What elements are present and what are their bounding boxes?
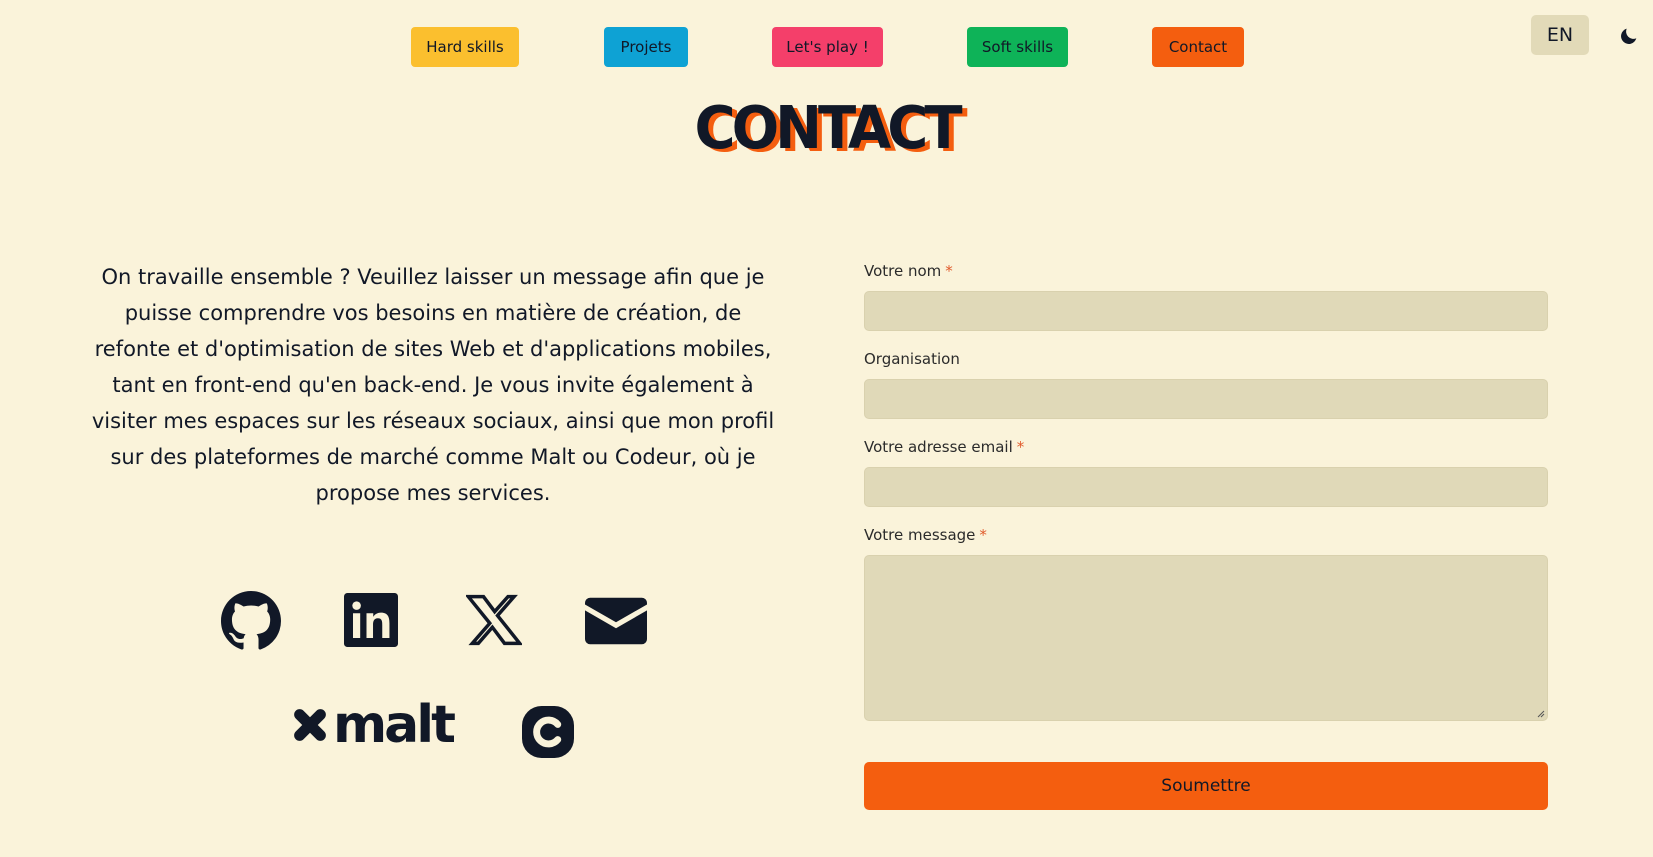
intro-paragraph: On travaille ensemble ? Veuillez laisser… — [91, 265, 775, 505]
nav-lets-play-button[interactable]: Let's play ! — [772, 27, 883, 67]
email-icon[interactable] — [585, 597, 647, 645]
org-label: Organisation — [864, 350, 960, 368]
message-label-text: Votre message — [864, 526, 976, 544]
email-input[interactable] — [864, 467, 1548, 507]
required-mark: * — [979, 526, 987, 544]
malt-logo[interactable]: malt — [288, 695, 456, 755]
name-input[interactable] — [864, 291, 1548, 331]
github-icon[interactable] — [221, 591, 281, 651]
moon-icon[interactable] — [1618, 25, 1640, 47]
email-label-text: Votre adresse email — [864, 438, 1013, 456]
name-label: Votre nom * — [864, 262, 953, 280]
email-label: Votre adresse email * — [864, 438, 1024, 456]
nav-projets-button[interactable]: Projets — [604, 27, 688, 67]
codeur-icon[interactable] — [522, 706, 574, 758]
resize-handle-icon[interactable] — [1535, 708, 1545, 718]
x-icon[interactable] — [466, 594, 522, 646]
org-label-text: Organisation — [864, 350, 960, 368]
malt-wordmark: malt — [333, 695, 456, 755]
nav-soft-skills-button[interactable]: Soft skills — [967, 27, 1068, 67]
nav-contact-button[interactable]: Contact — [1152, 27, 1244, 67]
page-title: CONTACT — [694, 94, 962, 163]
name-label-text: Votre nom — [864, 262, 942, 280]
language-toggle-button[interactable]: EN — [1531, 15, 1589, 55]
linkedin-icon[interactable] — [344, 593, 398, 647]
organisation-input[interactable] — [864, 379, 1548, 419]
nav-hard-skills-button[interactable]: Hard skills — [411, 27, 519, 67]
main-nav: Hard skills Projets Let's play ! Soft sk… — [0, 27, 1653, 67]
required-mark: * — [1016, 438, 1025, 456]
message-label: Votre message * — [864, 526, 987, 544]
required-mark: * — [945, 262, 953, 280]
message-textarea[interactable] — [864, 555, 1548, 721]
malt-asterisk-icon — [294, 709, 326, 741]
submit-button[interactable]: Soumettre — [864, 762, 1548, 810]
